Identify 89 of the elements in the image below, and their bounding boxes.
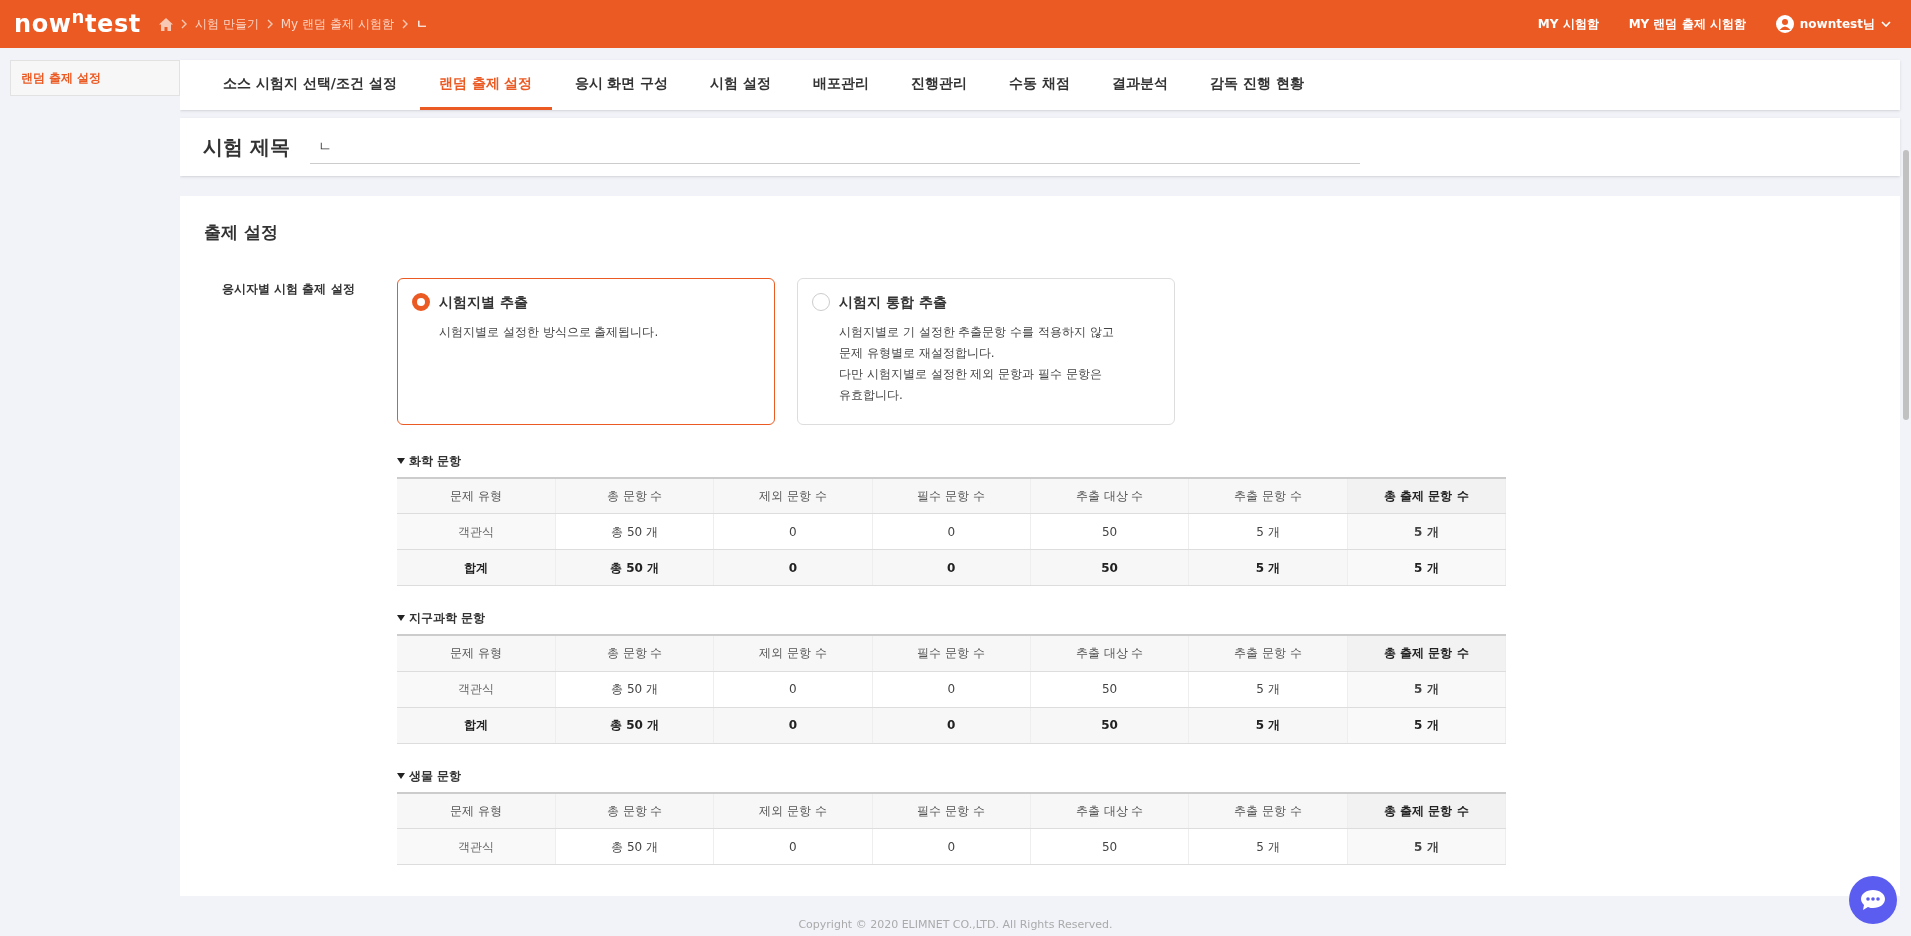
chat-bubble-icon (1860, 889, 1886, 911)
table-cell: 0 (872, 671, 1031, 707)
column-header: 필수 문항 수 (872, 477, 1031, 514)
column-header: 추출 대상 수 (1030, 792, 1189, 829)
tab[interactable]: 진행관리 (892, 60, 987, 110)
table-cell: 5 개 (1188, 513, 1348, 550)
radio-button[interactable] (412, 293, 430, 311)
column-header: 제외 문항 수 (713, 635, 873, 671)
tab[interactable]: 배포관리 (794, 60, 889, 110)
table-cell: 5 개 (1188, 671, 1348, 707)
section-toggle[interactable]: 지구과학 문항 (397, 608, 1900, 628)
tab[interactable]: 응시 화면 구성 (555, 60, 688, 110)
scrollbar[interactable] (1903, 150, 1909, 420)
caret-icon (397, 772, 405, 779)
table-cell: 합계 (397, 707, 556, 743)
table-cell: 총 50 개 (555, 828, 714, 865)
table-cell: 총 50 개 (555, 671, 714, 707)
table-cell: 50 (1030, 828, 1189, 865)
field-label: 응시자별 시험 출제 설정 (221, 280, 356, 298)
exam-title-label: 시험 제목 (203, 134, 290, 161)
column-header: 필수 문항 수 (872, 635, 1031, 671)
table-cell: 5 개 (1347, 671, 1506, 707)
tab[interactable]: 감독 진행 현황 (1191, 60, 1323, 110)
table-cell: 5 개 (1347, 549, 1506, 586)
column-header: 총 출제 문항 수 (1347, 635, 1506, 671)
table-cell: 5 개 (1347, 828, 1506, 865)
column-header: 문제 유형 (397, 635, 556, 671)
column-header: 총 출제 문항 수 (1347, 792, 1506, 829)
column-header: 추출 대상 수 (1030, 635, 1189, 671)
tab[interactable]: 소스 시험지 선택/조건 설정 (204, 60, 416, 110)
table-cell: 0 (872, 828, 1031, 865)
table-cell: 0 (713, 513, 873, 550)
section-heading: 출제 설정 (204, 221, 279, 244)
table-cell: 50 (1030, 513, 1189, 550)
table-cell: 객관식 (397, 513, 556, 550)
column-header: 문제 유형 (397, 792, 556, 829)
table-cell: 합계 (397, 549, 556, 586)
table-cell: 5 개 (1188, 828, 1348, 865)
table-cell: 50 (1030, 707, 1189, 743)
chevron-right-icon (266, 19, 273, 29)
column-header: 추출 문항 수 (1188, 792, 1348, 829)
column-header: 추출 문항 수 (1188, 477, 1348, 514)
tab[interactable]: 결과분석 (1093, 60, 1187, 110)
table-cell: 0 (872, 707, 1031, 743)
user-avatar-icon (1775, 15, 1794, 33)
table-cell: 50 (1030, 671, 1189, 707)
table-cell: 50 (1030, 549, 1189, 586)
table-cell: 객관식 (397, 671, 556, 707)
option-title: 시험지 통합 추출 (839, 292, 947, 312)
option-title: 시험지별 추출 (439, 292, 528, 312)
tab[interactable]: 시험 설정 (691, 60, 791, 110)
table-cell: 5 개 (1188, 707, 1348, 743)
column-header: 문제 유형 (397, 477, 556, 514)
exam-title-field[interactable]: ㄴ (309, 130, 1360, 164)
option-card[interactable]: 시험지 통합 추출 시험지별로 기 설정한 추출문항 수를 적용하지 않고 문제 유형별로 재설정합니다. 다만 시험지별로 설정한 제외 문항과 필수 문항은 유효합니다. (797, 277, 1175, 425)
table-cell: 총 50 개 (555, 707, 714, 743)
caret-icon (397, 457, 405, 464)
chevron-right-icon (180, 19, 187, 29)
caret-icon (397, 615, 405, 621)
column-header: 총 문항 수 (555, 635, 714, 671)
table-cell: 0 (713, 549, 873, 586)
table-cell: 0 (713, 707, 873, 743)
section-toggle[interactable]: 화학 문항 (397, 450, 1900, 471)
column-header: 총 문항 수 (555, 477, 714, 514)
chevron-down-icon[interactable] (1881, 20, 1891, 28)
chevron-right-icon (401, 19, 408, 29)
option-description: 시험지별로 기 설정한 추출문항 수를 적용하지 않고 문제 유형별로 재설정합니다. 다만 시험지별로 설정한 제외 문항과 필수 문항은 유효합니다. (839, 323, 1115, 404)
table-cell: 5 개 (1347, 707, 1506, 743)
table-cell: 0 (713, 671, 873, 707)
tab[interactable]: 수동 채점 (990, 60, 1089, 110)
table-cell: 총 50 개 (555, 513, 714, 550)
column-header: 제외 문항 수 (713, 477, 873, 514)
column-header: 추출 문항 수 (1188, 635, 1348, 671)
table-cell: 총 50 개 (555, 549, 714, 586)
option-description: 시험지별로 설정한 방식으로 출제됩니다. (439, 323, 660, 341)
table-cell: 5 개 (1188, 549, 1348, 586)
home-icon[interactable] (158, 17, 173, 31)
column-header: 총 문항 수 (555, 792, 714, 829)
column-header: 총 출제 문항 수 (1347, 477, 1506, 514)
section-toggle[interactable]: 생물 문항 (397, 765, 1900, 786)
table-cell: 0 (872, 513, 1031, 550)
table-cell: 5 개 (1347, 513, 1506, 550)
table-cell: 객관식 (397, 828, 556, 865)
table-cell: 0 (713, 828, 873, 865)
column-header: 제외 문항 수 (713, 792, 873, 829)
table-cell: 0 (872, 549, 1031, 586)
option-card[interactable]: 시험지별 추출 시험지별로 설정한 방식으로 출제됩니다. (397, 277, 775, 425)
column-header: 필수 문항 수 (872, 792, 1031, 829)
column-header: 추출 대상 수 (1030, 477, 1189, 514)
